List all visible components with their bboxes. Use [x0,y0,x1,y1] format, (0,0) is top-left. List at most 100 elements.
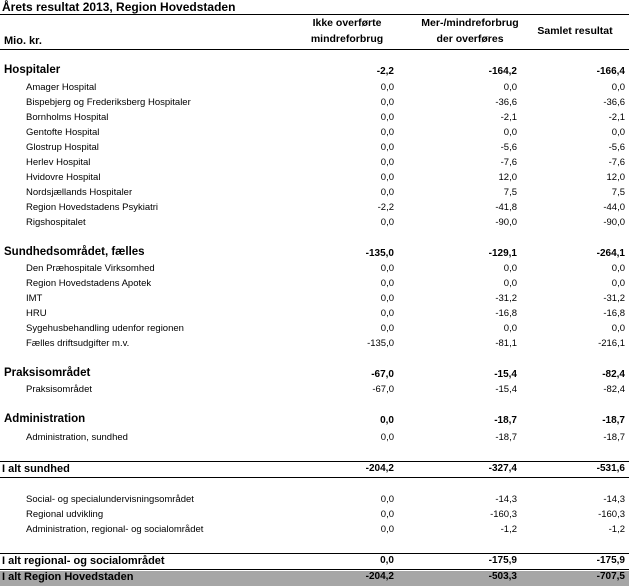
column-header-not-transferred: Ikke overførte mindreforbrug [282,15,412,47]
table-row: Social- og specialundervisningsområdet 0,… [0,494,629,509]
row-value-v2: 0,0 [503,263,517,274]
row-value-v2: -160,3 [490,509,517,520]
table-row: Region Hovedstadens Apotek 0,0 0,0 0,0 [0,278,629,293]
column-header-transferred-line1: Mer-/mindreforbrug [421,17,519,29]
row-value-v3: 0,0 [611,323,625,334]
row-value-v3: 0,0 [611,82,625,93]
row-label: Hospitaler [4,64,61,76]
row-label: Sygehusbehandling udenfor regionen [26,323,184,334]
section-row: Sundhedsområdet, fælles -135,0 -129,1 -264,… [0,246,629,263]
row-value-v1: -67,0 [371,369,394,380]
row-label: Nordsjællands Hospitaler [26,187,133,198]
row-value-v2: -31,2 [495,293,517,304]
row-value-v1: 0,0 [380,263,394,274]
row-value-v3: -16,8 [603,308,625,319]
table-row: Bornholms Hospital 0,0 -2,1 -2,1 [0,112,629,127]
row-value-v3: -18,7 [602,415,625,426]
row-value-v1: -204,2 [365,571,394,582]
row-value-v1: -135,0 [365,248,394,259]
row-label: Administration [4,413,86,425]
row-value-v1: 0,0 [380,524,394,535]
row-value-v2: -81,1 [495,338,517,349]
row-label: Rigshospitalet [26,217,86,228]
row-value-v3: -44,0 [603,202,625,213]
table-row: Rigshospitalet 0,0 -90,0 -90,0 [0,217,629,232]
row-value-v1: 0,0 [380,415,394,426]
row-value-v2: -503,3 [488,571,517,582]
row-value-v1: -67,0 [372,384,394,395]
row-value-v1: 0,0 [380,308,394,319]
total-rule [0,553,629,554]
table-row: Bispebjerg og Frederiksberg Hospitaler 0,… [0,97,629,112]
table-row: Sygehusbehandling udenfor regionen 0,0 0,0… [0,323,629,338]
row-value-v3: -90,0 [603,217,625,228]
row-label: Administration, sundhed [26,432,128,443]
row-value-v2: 7,5 [503,187,517,198]
row-value-v1: 0,0 [380,142,394,153]
row-value-v2: -5,6 [500,142,517,153]
row-value-v3: -2,1 [608,112,625,123]
table-row: Herlev Hospital 0,0 -7,6 -7,6 [0,157,629,172]
row-value-v1: -204,2 [365,463,394,474]
table-row: Region Hovedstadens Psykiatri -2,2 -41,8 -4… [0,202,629,217]
row-label: Region Hovedstadens Psykiatri [26,202,159,213]
row-label: Bispebjerg og Frederiksberg Hospitaler [26,97,191,108]
table-row: Administration, sundhed 0,0 -18,7 -18,7 [0,432,629,447]
table-row: Administration, regional- og socialområd… [0,524,629,539]
row-value-v1: 0,0 [380,509,394,520]
row-value-v1: 0,0 [380,494,394,505]
row-value-v1: -135,0 [367,338,394,349]
row-value-v1: 0,0 [380,157,394,168]
table-row: Praksisområdet -67,0 -15,4 -82,4 [0,384,629,399]
row-value-v1: 0,0 [380,293,394,304]
row-value-v2: -1,2 [500,524,517,535]
row-value-v1: 0,0 [380,432,394,443]
row-value-v1: 0,0 [380,217,394,228]
row-value-v1: 0,0 [380,127,394,138]
row-value-v2: -14,3 [495,494,517,505]
row-value-v2: -18,7 [495,432,517,443]
row-value-v1: 0,0 [380,555,394,566]
row-value-v3: -18,7 [603,432,625,443]
row-value-v2: -327,4 [488,463,517,474]
row-label: Glostrup Hospital [26,142,99,153]
row-value-v1: 0,0 [380,97,394,108]
row-value-v2: 12,0 [498,172,518,183]
report-title: Årets resultat 2013, Region Hovedstaden [2,0,236,14]
header-bottom-rule [0,49,629,50]
row-value-v2: 0,0 [503,278,517,289]
row-label: Amager Hospital [26,82,97,93]
total-row: I alt Region Hovedstaden -204,2 -503,3 -707… [0,571,629,586]
row-value-v2: 0,0 [503,323,517,334]
row-value-v2: -36,6 [495,97,517,108]
table-row: Amager Hospital 0,0 0,0 0,0 [0,82,629,97]
row-value-v3: -707,5 [596,571,625,582]
row-value-v3: 0,0 [611,278,625,289]
row-value-v2: -15,4 [495,384,517,395]
row-label: Den Præhospitale Virksomhed [26,263,155,274]
row-value-v1: 0,0 [380,82,394,93]
table-row: Fælles driftsudgifter m.v. -135,0 -81,1 -21… [0,338,629,353]
row-value-v1: 0,0 [380,172,394,183]
table-row: Nordsjællands Hospitaler 0,0 7,5 7,5 [0,187,629,202]
row-value-v3: -1,2 [608,524,625,535]
row-value-v2: -164,2 [488,66,517,77]
row-value-v2: -7,6 [500,157,517,168]
total-rule [0,569,629,570]
row-value-v1: 0,0 [380,112,394,123]
row-label: Regional udvikling [26,509,104,520]
column-header-not-transferred-line2: mindreforbrug [310,33,384,45]
column-header-total: Samlet resultat [537,25,613,37]
row-value-v2: -18,7 [494,415,517,426]
row-value-v3: -5,6 [608,142,625,153]
row-value-v2: 0,0 [503,82,517,93]
row-value-v2: -90,0 [495,217,517,228]
row-label: IMT [26,293,43,304]
row-label: Bornholms Hospital [26,112,109,123]
row-value-v3: -36,6 [603,97,625,108]
row-label: Herlev Hospital [26,157,91,168]
row-label: Praksisområdet [26,384,92,395]
spreadsheet: Årets resultat 2013, Region Hovedstaden … [0,0,629,586]
table-row: Gentofte Hospital 0,0 0,0 0,0 [0,127,629,142]
row-value-v2: -2,1 [500,112,517,123]
